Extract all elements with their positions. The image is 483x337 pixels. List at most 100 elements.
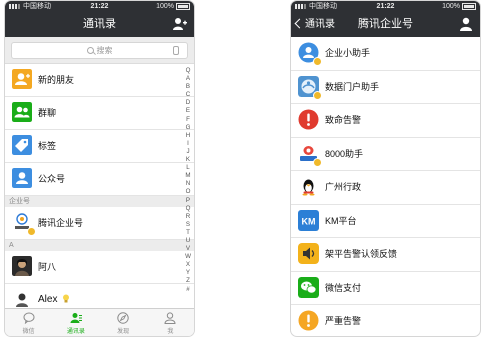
add-friend-icon (12, 69, 32, 89)
index-letter[interactable]: Y (184, 269, 192, 277)
battery-indicator: 100% (156, 1, 190, 12)
tab-me[interactable]: 我 (147, 309, 194, 336)
page-title: 通讯录 (83, 18, 116, 30)
search-input[interactable]: 搜索 (11, 42, 188, 59)
alphabet-index[interactable]: Q A B C D E F G H I J K L M N O P Q R S T U V W X Y Z # (184, 67, 192, 294)
list-item-group-chats[interactable]: 群聊 (5, 97, 194, 130)
index-letter[interactable]: E (184, 107, 192, 115)
index-letter[interactable]: L (184, 164, 192, 172)
enterprise-account-list: 企业小助手 数据门户助手 致命告警 8000助手 广州行政 KM KM平台 架平… (291, 37, 480, 336)
index-letter[interactable]: S (184, 221, 192, 229)
list-item-contact-aba[interactable]: 阿八 (5, 251, 194, 284)
index-letter[interactable]: D (184, 99, 192, 107)
list-item-wechat-pay[interactable]: 微信支付 (291, 272, 480, 305)
index-letter[interactable]: # (184, 286, 192, 294)
svg-text:KM: KM (302, 216, 316, 226)
list-item-tags[interactable]: 标签 (5, 130, 194, 163)
list-item-tencent-enterprise[interactable]: 腾讯企业号 (5, 207, 194, 240)
list-item-label: 8000助手 (325, 148, 364, 159)
index-letter[interactable]: X (184, 261, 192, 269)
index-letter[interactable]: U (184, 237, 192, 245)
chat-bubble-icon (23, 312, 35, 324)
list-item-label: 新的朋友 (38, 75, 75, 85)
index-letter[interactable]: J (184, 148, 192, 156)
page-title: 腾讯企业号 (358, 18, 413, 30)
group-chat-icon (12, 102, 32, 122)
index-letter[interactable]: A (184, 75, 192, 83)
penguin-icon (298, 176, 319, 197)
tab-wechat[interactable]: 微信 (5, 309, 52, 336)
list-item-label: 标签 (38, 141, 57, 151)
index-letter[interactable]: M (184, 172, 192, 180)
contacts-list: 新的朋友 群聊 标签 公众号 企业号 腾讯企业号 A 阿八 Alex (5, 64, 194, 317)
verified-badge-icon (27, 227, 36, 236)
speaker-icon (298, 243, 319, 264)
tab-label: 我 (167, 329, 174, 335)
index-letter[interactable]: Z (184, 277, 192, 285)
verified-badge-icon (313, 57, 322, 66)
list-item-data-portal[interactable]: 数据门户助手 (291, 71, 480, 104)
index-letter[interactable]: T (184, 229, 192, 237)
list-item-official-accounts[interactable]: 公众号 (5, 163, 194, 196)
nav-bar: 通讯录 (5, 12, 194, 37)
index-letter[interactable]: N (184, 180, 192, 188)
index-letter[interactable]: V (184, 245, 192, 253)
list-item-label: 微信支付 (325, 282, 362, 293)
list-item-label: 企业小助手 (325, 48, 371, 58)
index-letter[interactable]: R (184, 213, 192, 221)
microphone-icon[interactable] (173, 46, 179, 55)
list-item-label: 致命告警 (325, 115, 362, 125)
list-item-fatal-alert[interactable]: 致命告警 (291, 104, 480, 138)
index-letter[interactable]: H (184, 132, 192, 140)
search-bar: 搜索 (5, 37, 194, 64)
km-platform-icon: KM (298, 209, 319, 231)
wechat-pay-icon (298, 276, 319, 298)
profile-icon[interactable] (458, 16, 474, 32)
tab-label: 微信 (22, 329, 35, 335)
fatal-alert-icon (298, 109, 319, 130)
battery-indicator: 100% (442, 1, 476, 12)
list-item-label: 阿八 (38, 262, 57, 272)
index-letter[interactable]: B (184, 83, 192, 91)
contacts-screen: 中国移动 21:22 100% 通讯录 搜索 新的朋友 群聊 标签 公众号 企业… (4, 0, 195, 337)
list-item-severe-alert[interactable]: 严重告警 (291, 305, 480, 336)
index-letter[interactable]: Q (184, 205, 192, 213)
index-letter[interactable]: F (184, 116, 192, 124)
index-letter[interactable]: G (184, 124, 192, 132)
index-letter[interactable]: Q (184, 67, 192, 75)
index-letter[interactable]: C (184, 91, 192, 99)
list-item-label: 严重告警 (325, 316, 362, 326)
battery-icon (176, 2, 190, 10)
index-letter[interactable]: K (184, 156, 192, 164)
nav-bar: 通讯录 腾讯企业号 (291, 12, 480, 37)
list-item-8000-assistant[interactable]: 8000助手 (291, 138, 480, 171)
index-letter[interactable]: W (184, 253, 192, 261)
index-letter[interactable]: I (184, 140, 192, 148)
status-bar: 中国移动 21:22 100% (291, 1, 480, 12)
verified-badge-icon (313, 90, 322, 100)
list-item-label: 公众号 (38, 174, 66, 184)
contacts-icon (70, 313, 82, 323)
list-item-enterprise-assistant[interactable]: 企业小助手 (291, 37, 480, 71)
section-header-enterprise: 企业号 (5, 196, 194, 207)
index-letter[interactable]: O (184, 188, 192, 196)
list-item-label: 广州行政 (325, 182, 362, 192)
tab-discover[interactable]: 发现 (100, 309, 147, 336)
list-item-platform-alert-feedback[interactable]: 架平告警认领反馈 (291, 238, 480, 272)
tab-label: 通讯录 (66, 329, 85, 335)
list-item-guangzhou-admin[interactable]: 广州行政 (291, 171, 480, 205)
index-letter[interactable]: P (184, 197, 192, 205)
list-item-km-platform[interactable]: KM KM平台 (291, 205, 480, 238)
list-item-new-friends[interactable]: 新的朋友 (5, 64, 194, 97)
section-header-a: A (5, 240, 194, 251)
verified-badge-icon (313, 157, 322, 167)
list-item-label: 腾讯企业号 (38, 218, 84, 228)
tab-contacts[interactable]: 通讯录 (52, 309, 99, 336)
avatar-icon (12, 289, 32, 309)
tab-label: 发现 (117, 329, 130, 335)
add-contact-icon[interactable] (172, 16, 188, 32)
search-icon (86, 47, 94, 54)
list-item-label: 数据门户助手 (325, 81, 380, 92)
list-item-label: KM平台 (325, 215, 357, 226)
avatar-icon (12, 256, 32, 276)
